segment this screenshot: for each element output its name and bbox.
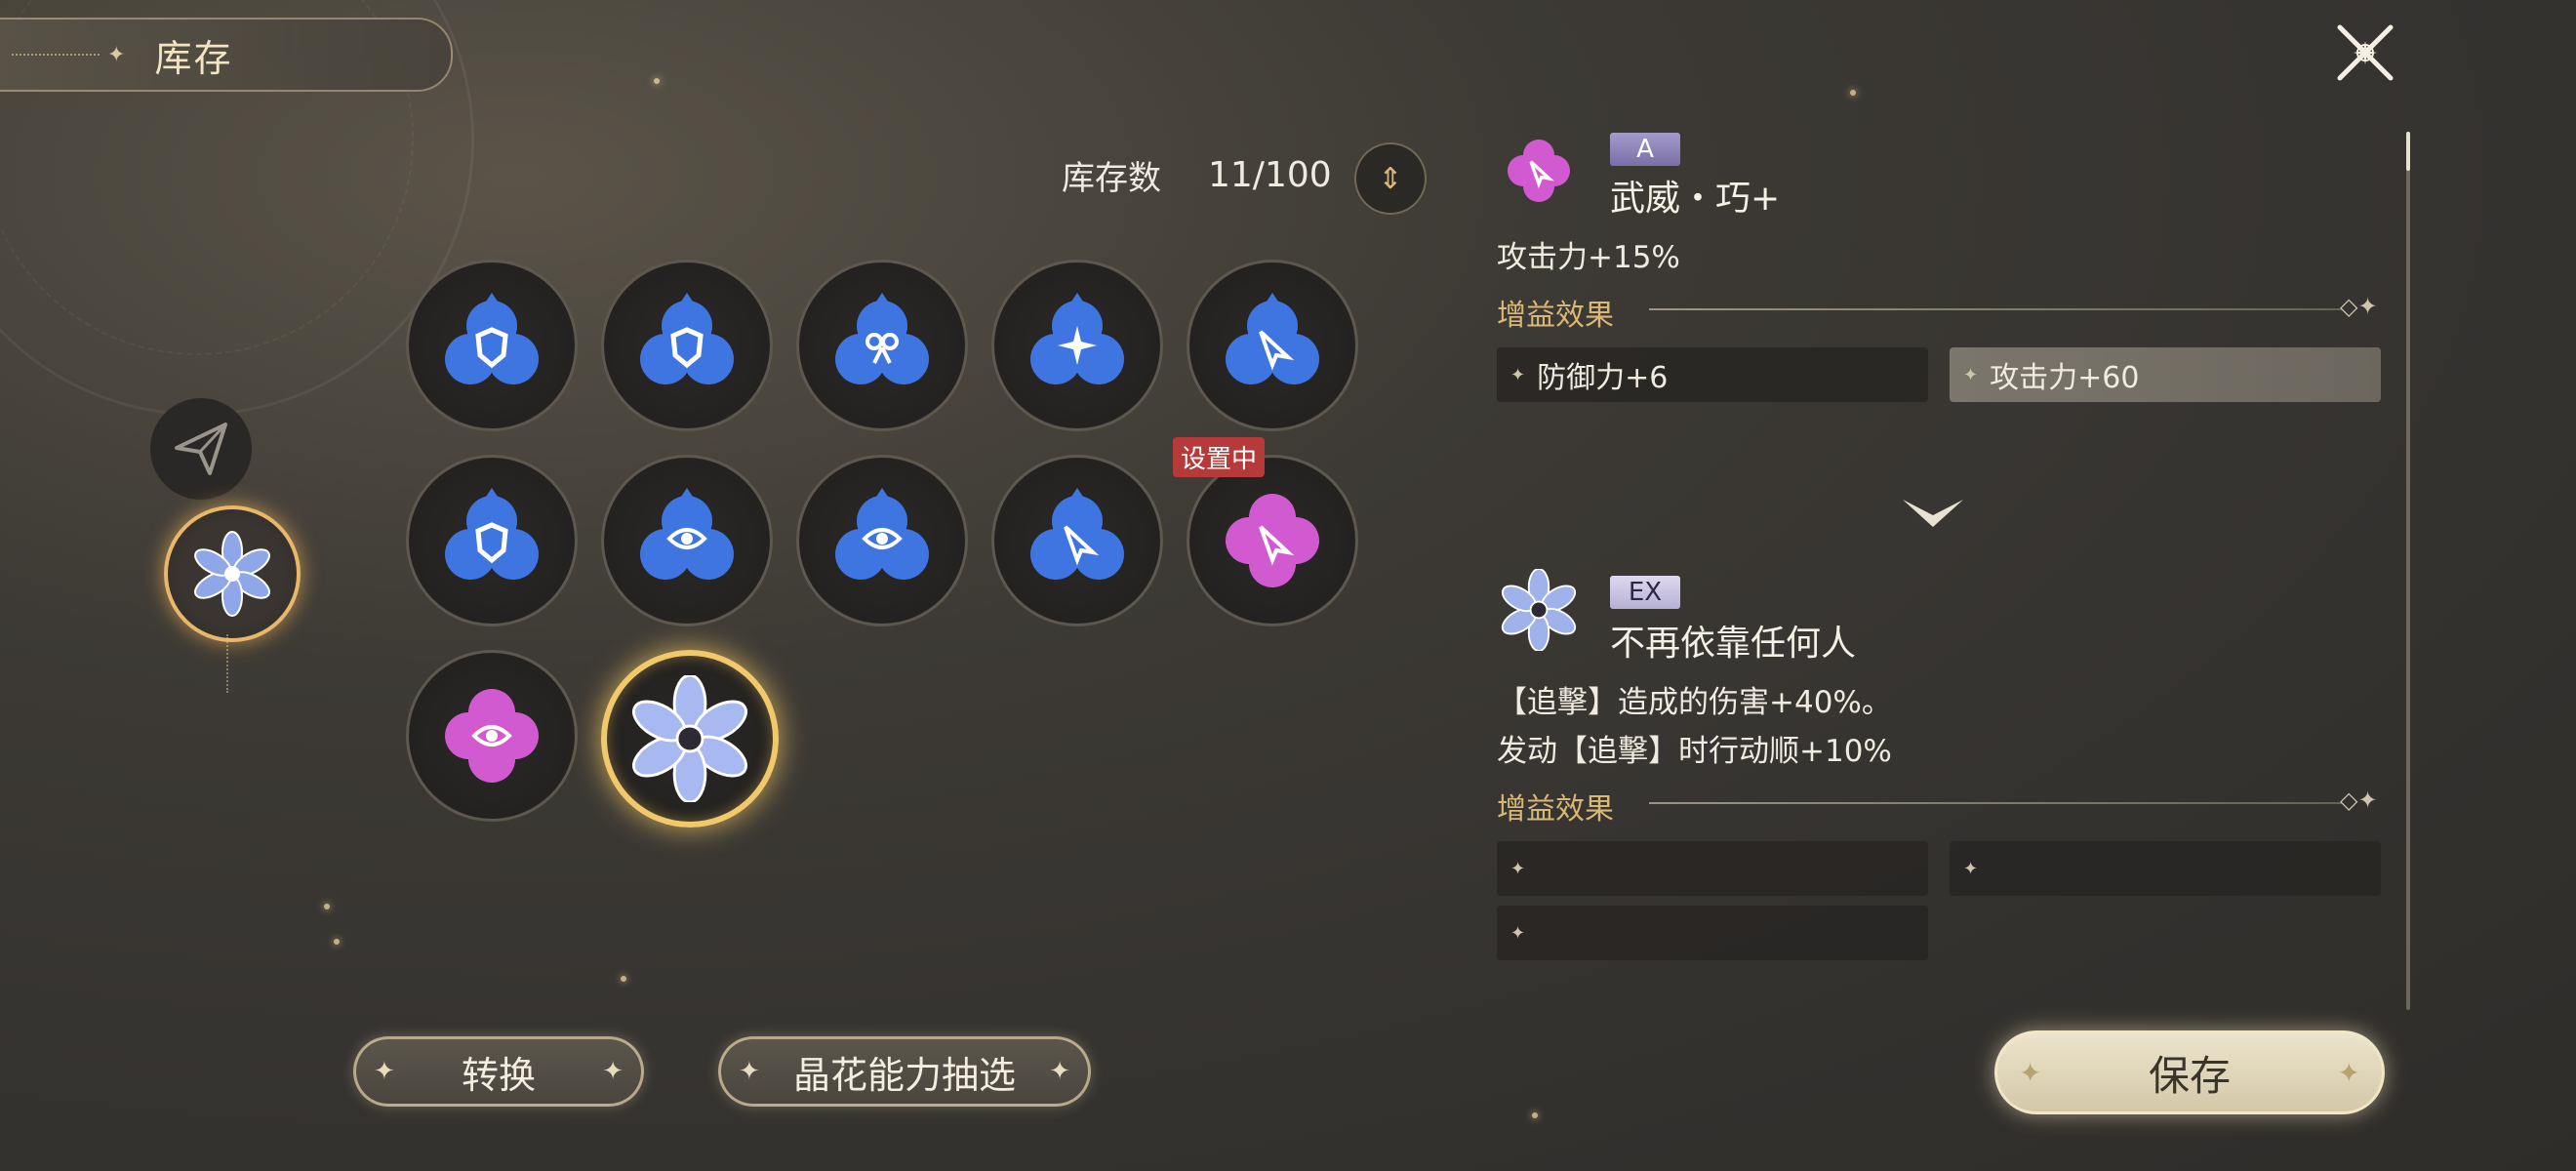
next-ability-name: 不再依靠任何人 [1610, 624, 1857, 664]
sparkle-icon: ✦ [2337, 1056, 2360, 1089]
sparkle [1532, 1112, 1538, 1118]
sparkle [324, 904, 330, 909]
blue-gem-shield-icon [445, 293, 539, 384]
close-icon [2337, 24, 2394, 81]
next-rank-badge: EX [1610, 576, 1680, 609]
current-rank-badge: A [1610, 133, 1680, 166]
inventory-count-label: 库存数 [1062, 159, 1161, 198]
sort-button[interactable]: ⇕ [1354, 142, 1427, 215]
side-tab-crystal-flower[interactable] [164, 505, 301, 642]
buff-text: 攻击力+60 [1990, 361, 2140, 395]
gem-slot[interactable] [601, 455, 773, 626]
buff-text: 防御力+6 [1537, 361, 1669, 395]
blue-gem-star-icon [1030, 293, 1124, 384]
blue-gem-eye-icon [835, 488, 929, 580]
sparkle [654, 78, 660, 84]
next-buff-section-title: 增益效果 [1497, 792, 1614, 827]
save-button[interactable]: ✦ 保存 ✦ [1994, 1030, 2385, 1114]
draw-ability-button[interactable]: ✦ 晶花能力抽选 ✦ [718, 1036, 1091, 1107]
sparkle-icon: ✦ [374, 1057, 395, 1086]
page-title-tab: ✦ 库存 [0, 18, 453, 92]
blue-gem-shield-icon [445, 488, 539, 580]
close-button[interactable] [2334, 21, 2396, 84]
star-icon: ✦ [107, 42, 126, 67]
buff-slot-highlighted: ✦ 攻击力+60 [1950, 347, 2381, 402]
current-ability-name: 武威・巧+ [1610, 179, 1781, 219]
empty-buff-slot: ✦ [1497, 906, 1928, 960]
chevron-down-icon [1899, 494, 1967, 537]
sparkle [334, 939, 340, 945]
gem-slot-selected[interactable] [601, 650, 779, 828]
flower-icon [194, 531, 270, 617]
sparkle-icon: ✦ [2019, 1056, 2042, 1089]
sparkle-icon: ✦ [1510, 858, 1526, 879]
next-effect-2: 发动【追擊】时行动顺+10% [1497, 734, 1892, 769]
gem-slot[interactable] [796, 455, 968, 626]
gem-slot[interactable] [796, 260, 968, 431]
gem-slot[interactable] [406, 650, 578, 822]
title-dots [12, 54, 100, 56]
sparkle-icon: ✦ [1510, 922, 1526, 944]
gem-slot[interactable] [406, 455, 578, 626]
pink-gem-arrow-icon [1226, 494, 1319, 587]
current-main-stat: 攻击力+15% [1497, 240, 1680, 275]
pink-gem-arrow-icon [1508, 140, 1570, 202]
sparkle-icon: ✦ [602, 1057, 624, 1086]
gem-slot[interactable] [601, 260, 773, 431]
section-divider [1649, 308, 2342, 310]
gem-slot[interactable] [991, 455, 1163, 626]
convert-button[interactable]: ✦ 转换 ✦ [353, 1036, 644, 1107]
blue-gem-arrow-icon [1030, 488, 1124, 580]
sparkle-icon: ✦ [1049, 1057, 1070, 1086]
next-effect-1: 【追擊】造成的伤害+40%。 [1497, 685, 1892, 720]
sparkle-icon: ✦ [1510, 364, 1526, 385]
sparkle [621, 976, 626, 982]
detail-scrollbar-thumb[interactable] [2406, 132, 2410, 171]
rainbow-flower-icon [632, 675, 747, 802]
sparkle-icon: ✦ [739, 1057, 760, 1086]
page-title: 库存 [154, 36, 233, 80]
sparkle-icon: ✦ [1963, 858, 1979, 879]
sparkle-icon: ✦ [1963, 364, 1979, 385]
section-end-ornament: ◇✦ [2340, 787, 2378, 814]
blue-gem-arrow-icon [1226, 293, 1319, 384]
blue-gem-shield-icon [640, 293, 734, 384]
current-ability-gem [1497, 129, 1581, 213]
gem-slot[interactable] [406, 260, 578, 431]
draw-ability-button-label: 晶花能力抽选 [792, 1053, 1016, 1097]
next-ability-gem [1497, 568, 1581, 652]
blue-gem-eye-icon [640, 488, 734, 580]
save-button-label: 保存 [2148, 1051, 2231, 1100]
gem-slot[interactable] [1187, 260, 1358, 431]
inventory-count-value: 11/100 [1208, 155, 1332, 195]
gem-slot[interactable] [991, 260, 1163, 431]
in-use-badge: 设置中 [1173, 437, 1266, 477]
section-end-ornament: ◇✦ [2340, 293, 2378, 320]
side-tab-connector [226, 634, 228, 693]
detail-scrollbar[interactable] [2406, 132, 2410, 1010]
blue-gem-knot-icon [835, 293, 929, 384]
sort-icon: ⇕ [1378, 161, 1403, 196]
inventory-count: 库存数 11/100 [1062, 151, 1332, 199]
paper-plane-icon [175, 423, 227, 475]
side-tab-attack[interactable] [150, 398, 252, 500]
empty-buff-slot: ✦ [1950, 841, 2381, 896]
sparkle [1850, 90, 1856, 96]
convert-button-label: 转换 [461, 1053, 536, 1097]
flower-icon [1501, 569, 1577, 651]
empty-buff-slot: ✦ [1497, 841, 1928, 896]
section-divider [1649, 802, 2342, 804]
current-buff-section-title: 增益效果 [1497, 299, 1614, 333]
pink-gem-eye-icon [445, 689, 539, 783]
buff-slot: ✦ 防御力+6 [1497, 347, 1928, 402]
gem-slot[interactable] [1187, 455, 1358, 626]
